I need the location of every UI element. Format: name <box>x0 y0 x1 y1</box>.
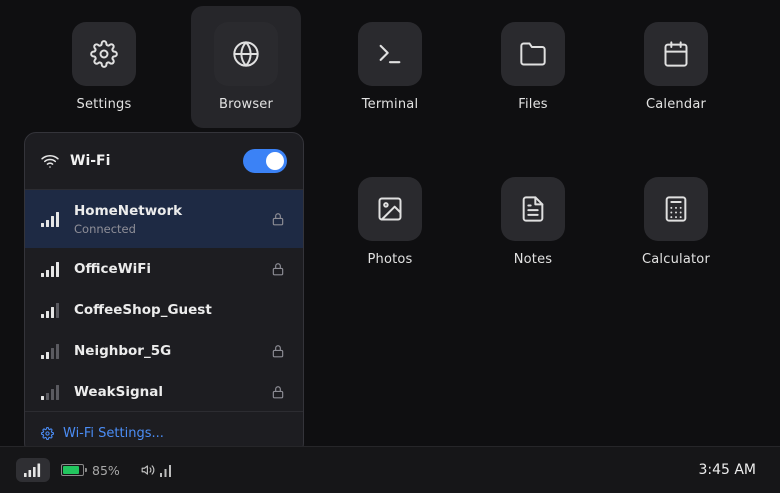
app-label: Browser <box>218 97 274 112</box>
terminal-icon <box>379 44 401 64</box>
app-terminal[interactable]: Terminal <box>335 6 445 128</box>
wifi-settings-link: Wi-Fi Settings... <box>63 425 164 441</box>
wifi-title: Wi-Fi <box>70 153 111 169</box>
signal-1-bar-icon <box>41 384 59 400</box>
network-text: Neighbor_5G <box>74 343 271 359</box>
network-name: OfficeWiFi <box>74 260 152 277</box>
battery-percent: 85% <box>92 462 120 478</box>
taskbar-wifi-button[interactable] <box>16 458 50 482</box>
app-browser[interactable]: Browser <box>191 6 301 128</box>
app-tile <box>358 22 422 86</box>
signal-4-bars-icon <box>41 212 59 227</box>
app-label: Files <box>518 97 548 112</box>
lock-icon <box>272 385 284 398</box>
app-calendar[interactable]: Calendar <box>621 6 731 128</box>
lock-icon <box>272 262 284 275</box>
app-tile <box>644 22 708 86</box>
network-item-weaksignal[interactable]: WeakSignal <box>25 371 303 412</box>
image-icon <box>378 197 402 221</box>
folder-icon <box>520 42 546 66</box>
volume-icon[interactable] <box>140 463 156 477</box>
signal-4-bars-icon <box>41 261 59 277</box>
app-files[interactable]: Files <box>478 6 588 128</box>
globe-icon <box>233 41 259 67</box>
document-icon <box>522 196 544 222</box>
battery-tip <box>85 468 87 472</box>
app-calculator[interactable]: Calculator <box>621 161 731 283</box>
network-text: WeakSignal <box>74 384 271 400</box>
network-text: HomeNetwork Connected <box>74 203 271 236</box>
app-tile <box>644 177 708 241</box>
lock-icon <box>272 213 284 226</box>
volume-level-icon <box>159 464 171 477</box>
network-name: WeakSignal <box>74 383 164 400</box>
app-label: Notes <box>513 252 553 267</box>
lock-icon <box>272 344 284 357</box>
battery-shell <box>61 464 84 476</box>
wifi-icon <box>41 155 59 168</box>
signal-2-bars-icon <box>41 343 59 359</box>
network-item-officewifi[interactable]: OfficeWiFi <box>25 248 303 289</box>
app-label: Calculator <box>641 252 710 267</box>
gear-icon <box>90 40 118 68</box>
app-tile <box>501 177 565 241</box>
toggle-knob <box>266 152 284 170</box>
network-name: Neighbor_5G <box>74 342 172 359</box>
network-item-homenetwork[interactable]: HomeNetwork Connected <box>25 190 303 248</box>
network-text: CoffeeShop_Guest <box>74 302 287 318</box>
app-label: Terminal <box>361 97 419 112</box>
signal-bars-icon <box>24 463 41 477</box>
app-tile <box>358 177 422 241</box>
app-label: Calendar <box>645 97 707 112</box>
app-tile <box>72 22 136 86</box>
network-list: HomeNetwork Connected OfficeWiFi CoffeeS… <box>25 190 303 412</box>
app-label: Photos <box>367 252 413 267</box>
wifi-header: Wi-Fi <box>25 133 303 190</box>
wifi-toggle[interactable] <box>243 149 287 173</box>
app-tile <box>501 22 565 86</box>
calendar-icon <box>664 41 688 67</box>
network-status: Connected <box>74 221 136 236</box>
app-label: Settings <box>76 97 132 112</box>
network-text: OfficeWiFi <box>74 261 271 277</box>
network-name: CoffeeShop_Guest <box>74 301 212 318</box>
signal-3-bars-icon <box>41 302 59 318</box>
wifi-panel: Wi-Fi HomeNetwork Connected OfficeWiFi C… <box>24 132 304 455</box>
taskbar: 85% 3:45 AM <box>0 446 780 493</box>
app-notes[interactable]: Notes <box>478 161 588 283</box>
calculator-icon <box>665 196 687 222</box>
gear-icon <box>41 426 54 440</box>
clock[interactable]: 3:45 AM <box>698 462 756 478</box>
app-settings[interactable]: Settings <box>49 6 159 128</box>
app-photos[interactable]: Photos <box>335 161 445 283</box>
battery-fill <box>63 466 80 474</box>
network-item-neighbor-5g[interactable]: Neighbor_5G <box>25 330 303 371</box>
network-name: HomeNetwork <box>74 202 183 219</box>
app-tile <box>214 22 278 86</box>
battery-icon[interactable] <box>61 464 87 476</box>
network-item-coffeeshop-guest[interactable]: CoffeeShop_Guest <box>25 289 303 330</box>
